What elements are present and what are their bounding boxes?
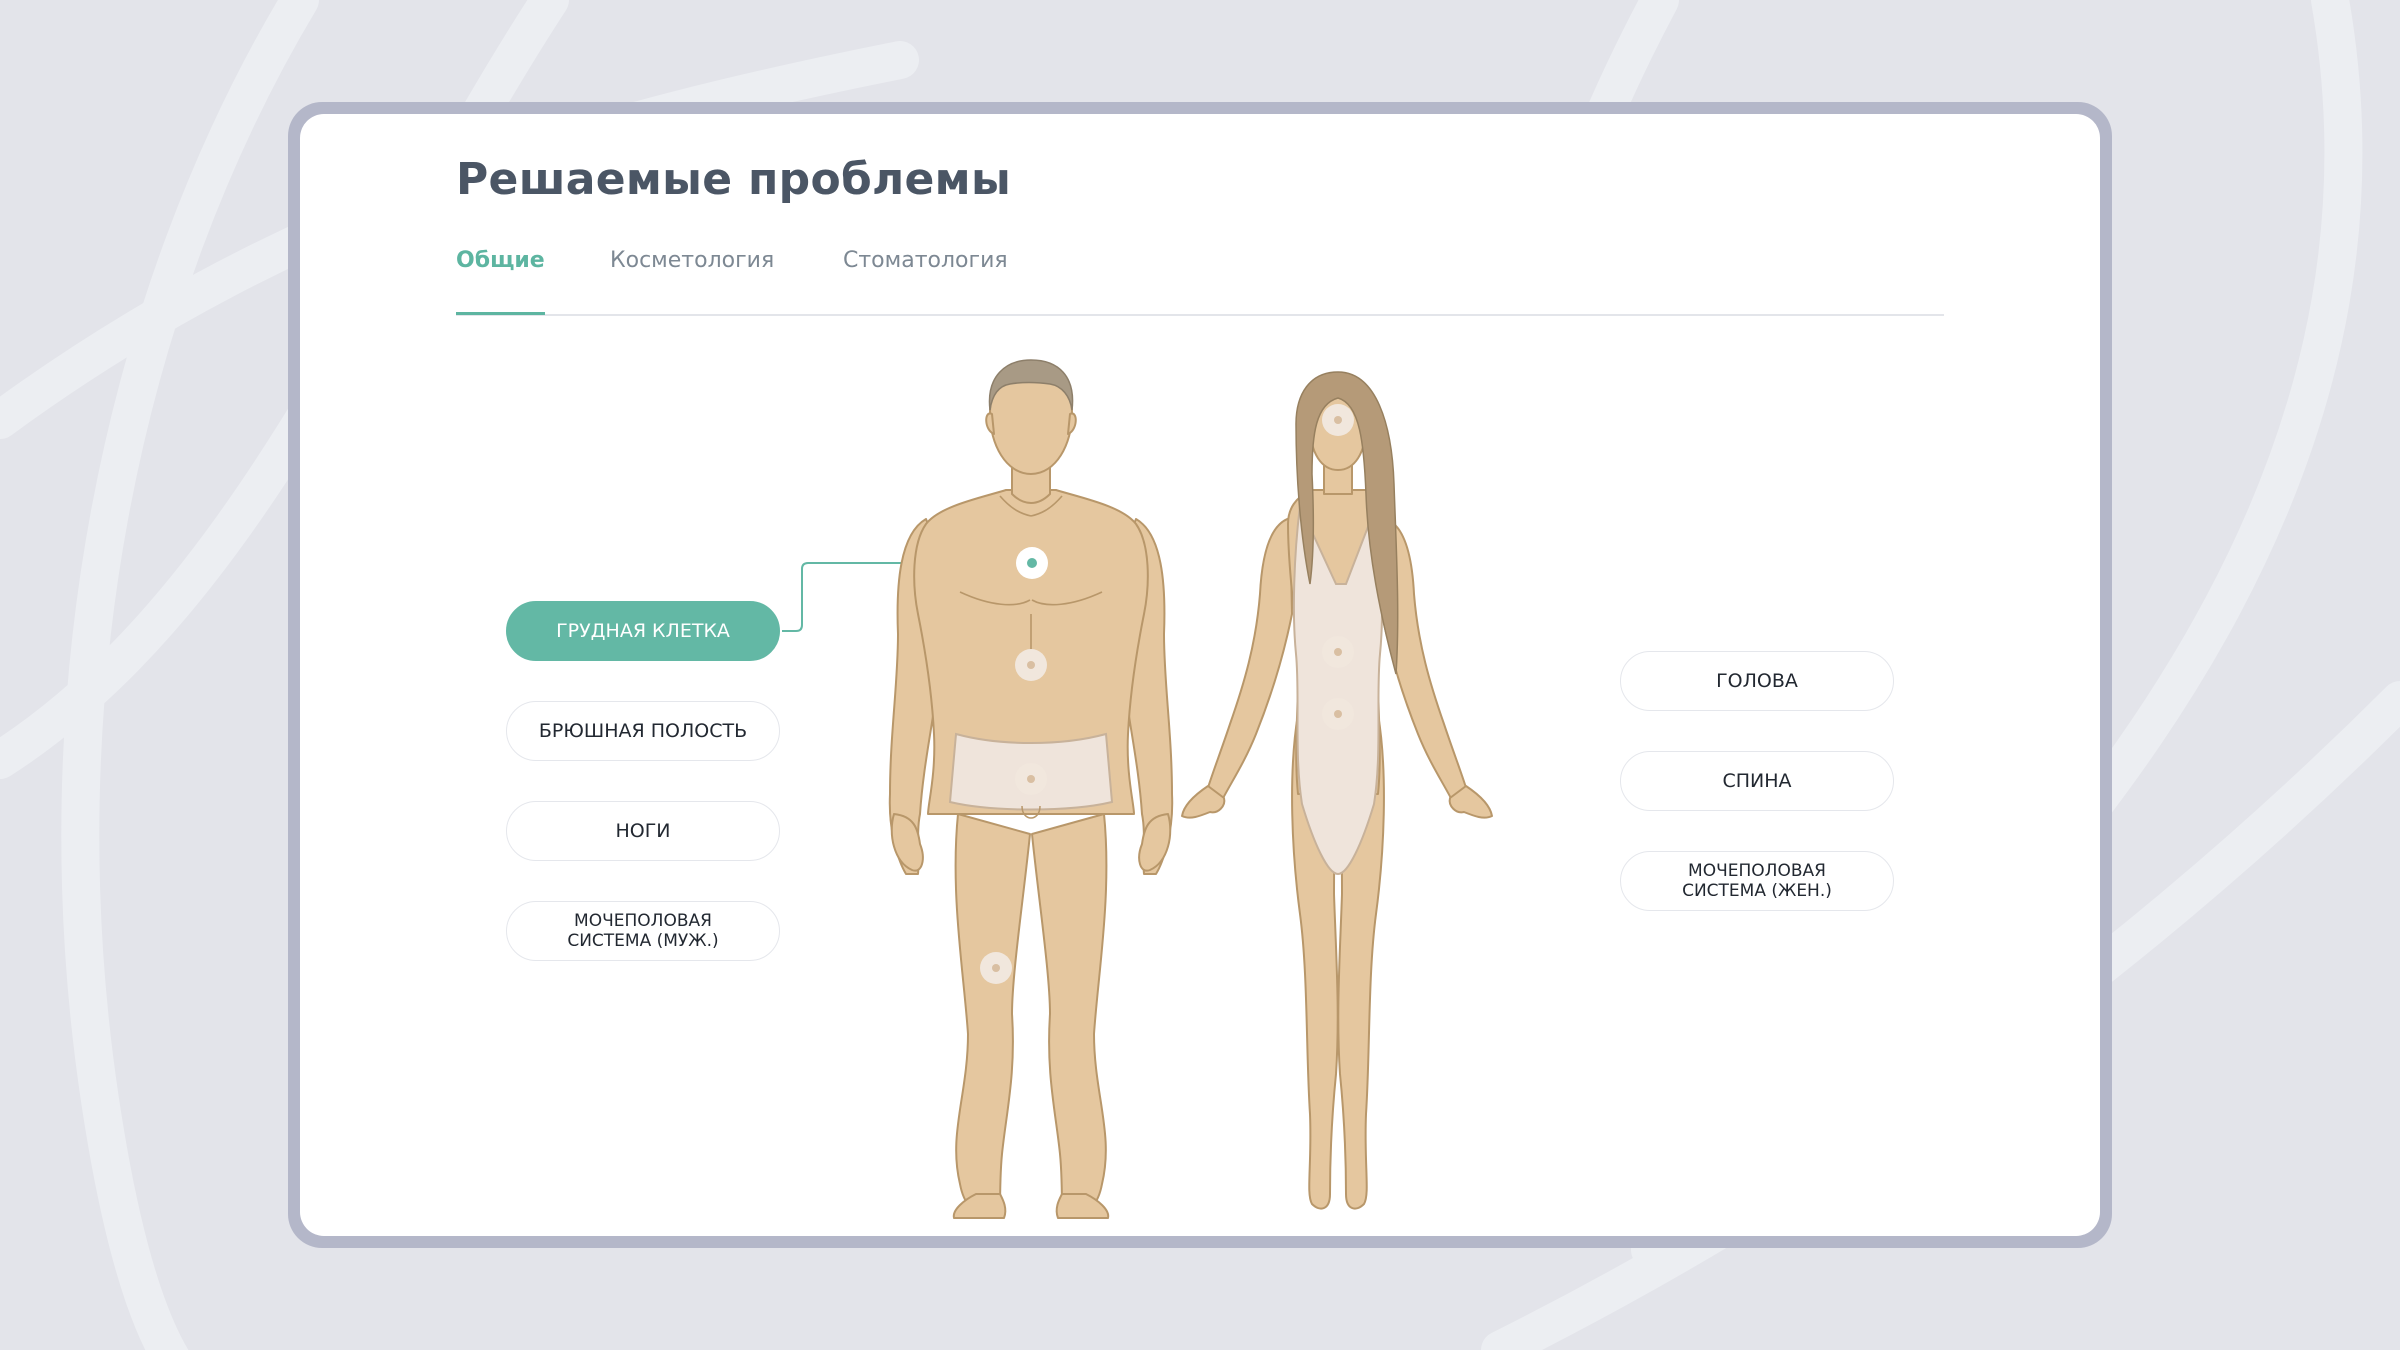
- pill-back[interactable]: СПИНА: [1620, 751, 1894, 811]
- pill-head[interactable]: ГОЛОВА: [1620, 651, 1894, 711]
- content-card: Решаемые проблемы Общие Косметология Сто…: [300, 114, 2100, 1236]
- pill-abdomen[interactable]: БРЮШНАЯ ПОЛОСТЬ: [506, 701, 780, 761]
- pill-chest[interactable]: ГРУДНАЯ КЛЕТКА: [506, 601, 780, 661]
- pill-urogenital-male[interactable]: МОЧЕПОЛОВАЯ СИСТЕМА (МУЖ.): [506, 901, 780, 961]
- pill-urogenital-female[interactable]: МОЧЕПОЛОВАЯ СИСТЕМА (ЖЕН.): [1620, 851, 1894, 911]
- hotspot-chest-active: [1016, 547, 1048, 579]
- pill-legs[interactable]: НОГИ: [506, 801, 780, 861]
